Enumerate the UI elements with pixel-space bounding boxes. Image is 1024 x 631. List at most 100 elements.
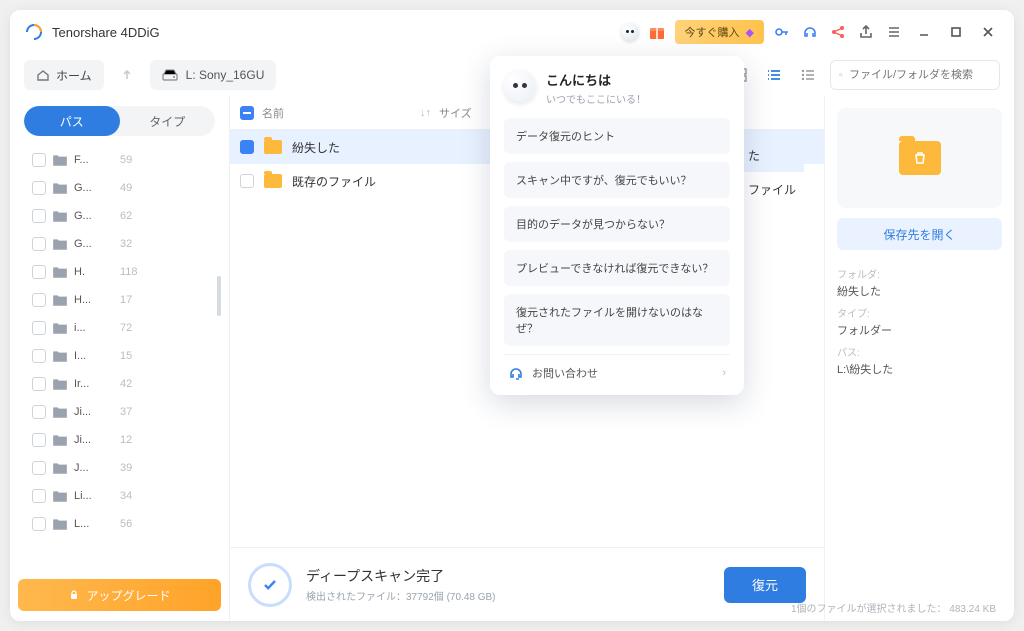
checkbox[interactable] bbox=[32, 293, 46, 307]
checkbox[interactable] bbox=[32, 377, 46, 391]
app-window: Tenorshare 4DDiG 今すぐ購入 ◆ bbox=[10, 10, 1014, 621]
checkbox[interactable] bbox=[32, 405, 46, 419]
maximize-button[interactable] bbox=[944, 20, 968, 44]
checkbox[interactable] bbox=[32, 209, 46, 223]
tree-item[interactable]: G... 62 bbox=[18, 202, 217, 230]
minimize-button[interactable] bbox=[912, 20, 936, 44]
hint-item[interactable]: 目的のデータが見つからない？ bbox=[504, 206, 730, 242]
tree-item[interactable]: i... 72 bbox=[18, 314, 217, 342]
headset-icon[interactable] bbox=[800, 22, 820, 42]
drive-icon bbox=[162, 68, 178, 82]
checkbox[interactable] bbox=[240, 174, 254, 188]
ghost-row: ファイル bbox=[740, 172, 804, 206]
close-button[interactable] bbox=[976, 20, 1000, 44]
ghost-row: た bbox=[740, 138, 804, 172]
checkbox[interactable] bbox=[32, 181, 46, 195]
app-title: Tenorshare 4DDiG bbox=[52, 25, 160, 40]
tree-item-count: 37 bbox=[120, 406, 132, 418]
ghost-list: た ファイル bbox=[740, 138, 804, 206]
tree-item-name: J... bbox=[74, 462, 114, 474]
detail-panel: 保存先を開く フォルダ: 紛失した タイプ: フォルダー パス: L:\紛失した bbox=[824, 96, 1014, 621]
view-list-icon[interactable] bbox=[762, 63, 786, 87]
sort-icon[interactable]: ↓↑ bbox=[420, 107, 431, 119]
meta-type-label: タイプ: bbox=[837, 305, 1002, 320]
hint-item[interactable]: スキャン中ですが、復元でもいい？ bbox=[504, 162, 730, 198]
search-box[interactable] bbox=[830, 60, 1000, 90]
folder-icon bbox=[52, 208, 68, 224]
tree-item[interactable]: H... 17 bbox=[18, 286, 217, 314]
tab-type[interactable]: タイプ bbox=[120, 106, 216, 136]
folder-tree[interactable]: F... 59 G... 49 G... 62 G... 32 H. 118 H… bbox=[18, 146, 221, 579]
tree-item-name: G... bbox=[74, 182, 114, 194]
tree-item-count: 15 bbox=[120, 350, 132, 362]
checkbox[interactable] bbox=[32, 461, 46, 475]
assistant-icon[interactable] bbox=[621, 23, 639, 41]
tree-item-name: i... bbox=[74, 322, 114, 334]
upgrade-label: アップグレード bbox=[86, 587, 170, 604]
checkbox[interactable] bbox=[32, 153, 46, 167]
home-button[interactable]: ホーム bbox=[24, 60, 104, 90]
folder-icon bbox=[52, 236, 68, 252]
tree-item[interactable]: J... 39 bbox=[18, 454, 217, 482]
view-detail-icon[interactable] bbox=[796, 63, 820, 87]
col-size[interactable]: サイズ bbox=[439, 105, 472, 121]
folder-icon bbox=[52, 320, 68, 336]
tree-item[interactable]: F... 59 bbox=[18, 146, 217, 174]
checkbox[interactable] bbox=[240, 140, 254, 154]
tree-item[interactable]: L... 56 bbox=[18, 510, 217, 538]
checkbox[interactable] bbox=[32, 349, 46, 363]
tree-item-count: 59 bbox=[120, 154, 132, 166]
tree-item-name: Ji... bbox=[74, 406, 114, 418]
status-title: ディープスキャン完了 bbox=[306, 566, 496, 586]
tree-item[interactable]: Ji... 37 bbox=[18, 398, 217, 426]
tree-item[interactable]: Li... 34 bbox=[18, 482, 217, 510]
key-icon[interactable] bbox=[772, 22, 792, 42]
diamond-icon: ◆ bbox=[746, 26, 754, 39]
home-label: ホーム bbox=[56, 67, 92, 84]
meta-path-value: L:\紛失した bbox=[837, 361, 1002, 377]
scrollbar-thumb[interactable] bbox=[217, 276, 221, 316]
tree-item[interactable]: I... 15 bbox=[18, 342, 217, 370]
tree-item[interactable]: G... 32 bbox=[18, 230, 217, 258]
share-icon[interactable] bbox=[828, 22, 848, 42]
checkbox[interactable] bbox=[32, 265, 46, 279]
drive-chip[interactable]: L: Sony_16GU bbox=[150, 60, 277, 90]
export-icon[interactable] bbox=[856, 22, 876, 42]
upgrade-button[interactable]: アップグレード bbox=[18, 579, 221, 611]
tree-item-count: 12 bbox=[120, 434, 132, 446]
folder-icon bbox=[52, 432, 68, 448]
tree-item[interactable]: H. 118 bbox=[18, 258, 217, 286]
open-destination-button[interactable]: 保存先を開く bbox=[837, 218, 1002, 250]
tree-item-count: 39 bbox=[120, 462, 132, 474]
search-input[interactable] bbox=[849, 69, 991, 81]
popup-title: こんにちは bbox=[546, 70, 646, 89]
hint-item[interactable]: データ復元のヒント bbox=[504, 118, 730, 154]
buy-now-button[interactable]: 今すぐ購入 ◆ bbox=[675, 20, 764, 44]
hint-item[interactable]: 復元されたファイルを開けないのはなぜ？ bbox=[504, 294, 730, 346]
checkbox[interactable] bbox=[32, 489, 46, 503]
tree-item[interactable]: Ji... 12 bbox=[18, 426, 217, 454]
tab-path[interactable]: パス bbox=[24, 106, 120, 136]
checkbox[interactable] bbox=[32, 517, 46, 531]
tree-item[interactable]: Ir... 42 bbox=[18, 370, 217, 398]
hint-item[interactable]: プレビューできなければ復元できない？ bbox=[504, 250, 730, 286]
contact-row[interactable]: お問い合わせ › bbox=[504, 354, 730, 385]
recover-button[interactable]: 復元 bbox=[724, 567, 806, 603]
checkbox[interactable] bbox=[32, 237, 46, 251]
up-button[interactable] bbox=[114, 62, 140, 88]
detail-thumbnail bbox=[837, 108, 1002, 208]
folder-icon bbox=[52, 292, 68, 308]
gift-icon[interactable] bbox=[647, 22, 667, 42]
col-name[interactable]: 名前 bbox=[262, 105, 412, 121]
tree-item-name: Ji... bbox=[74, 434, 114, 446]
folder-large-icon bbox=[899, 141, 941, 175]
checkbox[interactable] bbox=[32, 433, 46, 447]
tree-item-count: 34 bbox=[120, 490, 132, 502]
tree-item[interactable]: G... 49 bbox=[18, 174, 217, 202]
arrow-up-icon bbox=[120, 68, 134, 82]
recover-label: 復元 bbox=[752, 575, 778, 594]
select-all-checkbox[interactable] bbox=[240, 106, 254, 120]
checkbox[interactable] bbox=[32, 321, 46, 335]
tree-item-name: Li... bbox=[74, 490, 114, 502]
menu-icon[interactable] bbox=[884, 22, 904, 42]
